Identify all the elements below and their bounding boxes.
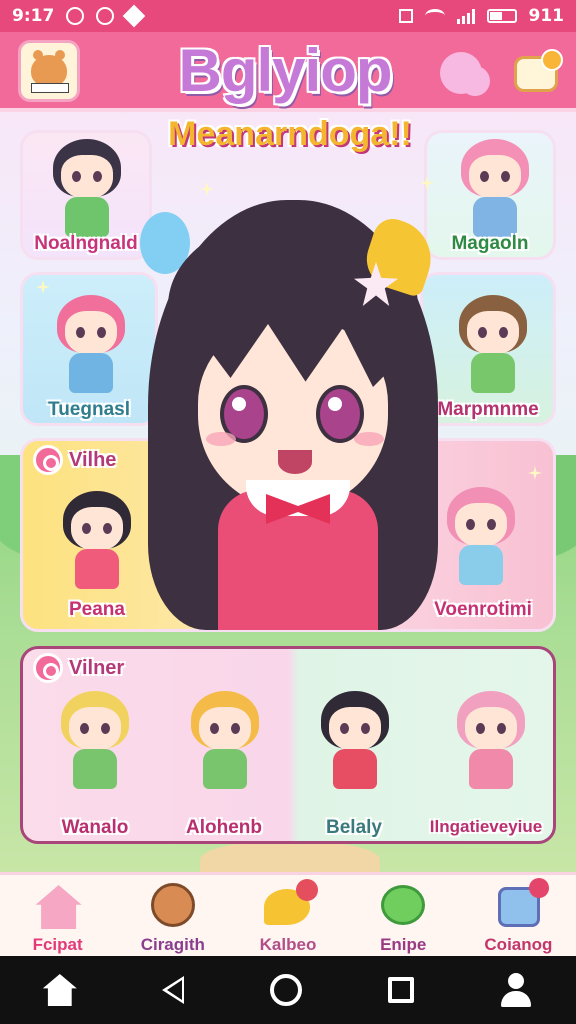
character-name: Alohenb [186, 817, 262, 838]
app-logo[interactable] [18, 40, 80, 102]
badge-icon [33, 653, 63, 683]
heart-badge-icon [296, 879, 318, 901]
bottom-navigation: Fcipat Ciragith Kalbeo Enipe Coianog [0, 872, 576, 956]
status-time: 9:17 [12, 6, 55, 26]
nav-icon-wrap [490, 878, 550, 933]
section-pill[interactable]: Vilner [33, 653, 124, 683]
character-portrait [447, 139, 543, 239]
section-pill-label: Vilner [69, 656, 125, 679]
nav-label: Enipe [380, 935, 427, 954]
blush-left [206, 432, 236, 446]
home-icon[interactable] [42, 974, 77, 1006]
nav-item-messages[interactable]: Enipe [346, 875, 461, 956]
logo-sign [31, 83, 69, 93]
character-portrait [445, 295, 541, 395]
tickets-icon[interactable] [514, 49, 563, 92]
recents-icon[interactable] [387, 977, 414, 1003]
frame-icon [498, 878, 550, 927]
character-portrait[interactable] [443, 691, 539, 791]
main-character[interactable] [128, 200, 458, 630]
app-header: Bglyiop [0, 32, 576, 112]
location-icon [122, 4, 146, 28]
nav-item-collection[interactable]: Coianog [461, 875, 576, 956]
character-list-section: Vilner Wanalo Alohenb Belaly Ilngatievey… [20, 646, 556, 844]
profile-icon[interactable] [499, 973, 533, 1007]
nav-item-characters[interactable]: Ciragith [115, 875, 230, 956]
bubble-icon [381, 885, 426, 925]
nav-icon-wrap [260, 879, 318, 933]
nav-icon-wrap [375, 879, 431, 933]
candy-icon[interactable] [440, 52, 482, 94]
character-mouth [278, 450, 312, 474]
section-pill-label: Vilhe [69, 448, 117, 471]
character-portrait[interactable] [307, 691, 403, 791]
nav-item-chat[interactable]: Kalbeo [230, 875, 345, 956]
nav-label: Ciragith [140, 935, 205, 954]
home-icon [35, 885, 82, 929]
character-portrait [39, 139, 135, 239]
app-notification-icon [96, 7, 115, 25]
character-portrait[interactable] [47, 691, 143, 791]
nav-label: Kalbeo [259, 935, 317, 954]
app-title: Bglyiop [178, 37, 393, 104]
status-bar: 9:17 911 [0, 0, 576, 32]
back-icon[interactable] [162, 976, 185, 1004]
section-pill[interactable]: Vilhe [33, 445, 116, 475]
character-portrait[interactable] [177, 691, 273, 791]
blush-right [354, 432, 384, 446]
badge-icon [33, 445, 63, 475]
character-name: Ilngatieveyiue [429, 817, 543, 836]
battery-level: 911 [528, 6, 565, 26]
battery-icon [486, 9, 517, 23]
nav-label: Fcipat [32, 935, 83, 954]
character-name: Wanalo [61, 817, 129, 838]
notification-icon [66, 7, 85, 25]
mute-icon [398, 9, 413, 23]
character-name: Belaly [326, 817, 382, 838]
coin-icon [150, 883, 195, 927]
nav-icon-wrap [30, 879, 86, 933]
character-portrait [43, 295, 139, 395]
system-navigation-bar [0, 956, 576, 1024]
nav-icon-wrap [145, 879, 201, 933]
home-circle-icon[interactable] [269, 974, 302, 1006]
signal-icon [456, 8, 475, 24]
wifi-icon [424, 9, 445, 23]
nav-item-home[interactable]: Fcipat [0, 875, 115, 956]
nav-label: Coianog [484, 935, 553, 954]
page-subtitle: Meanarndoga!! [168, 115, 412, 153]
